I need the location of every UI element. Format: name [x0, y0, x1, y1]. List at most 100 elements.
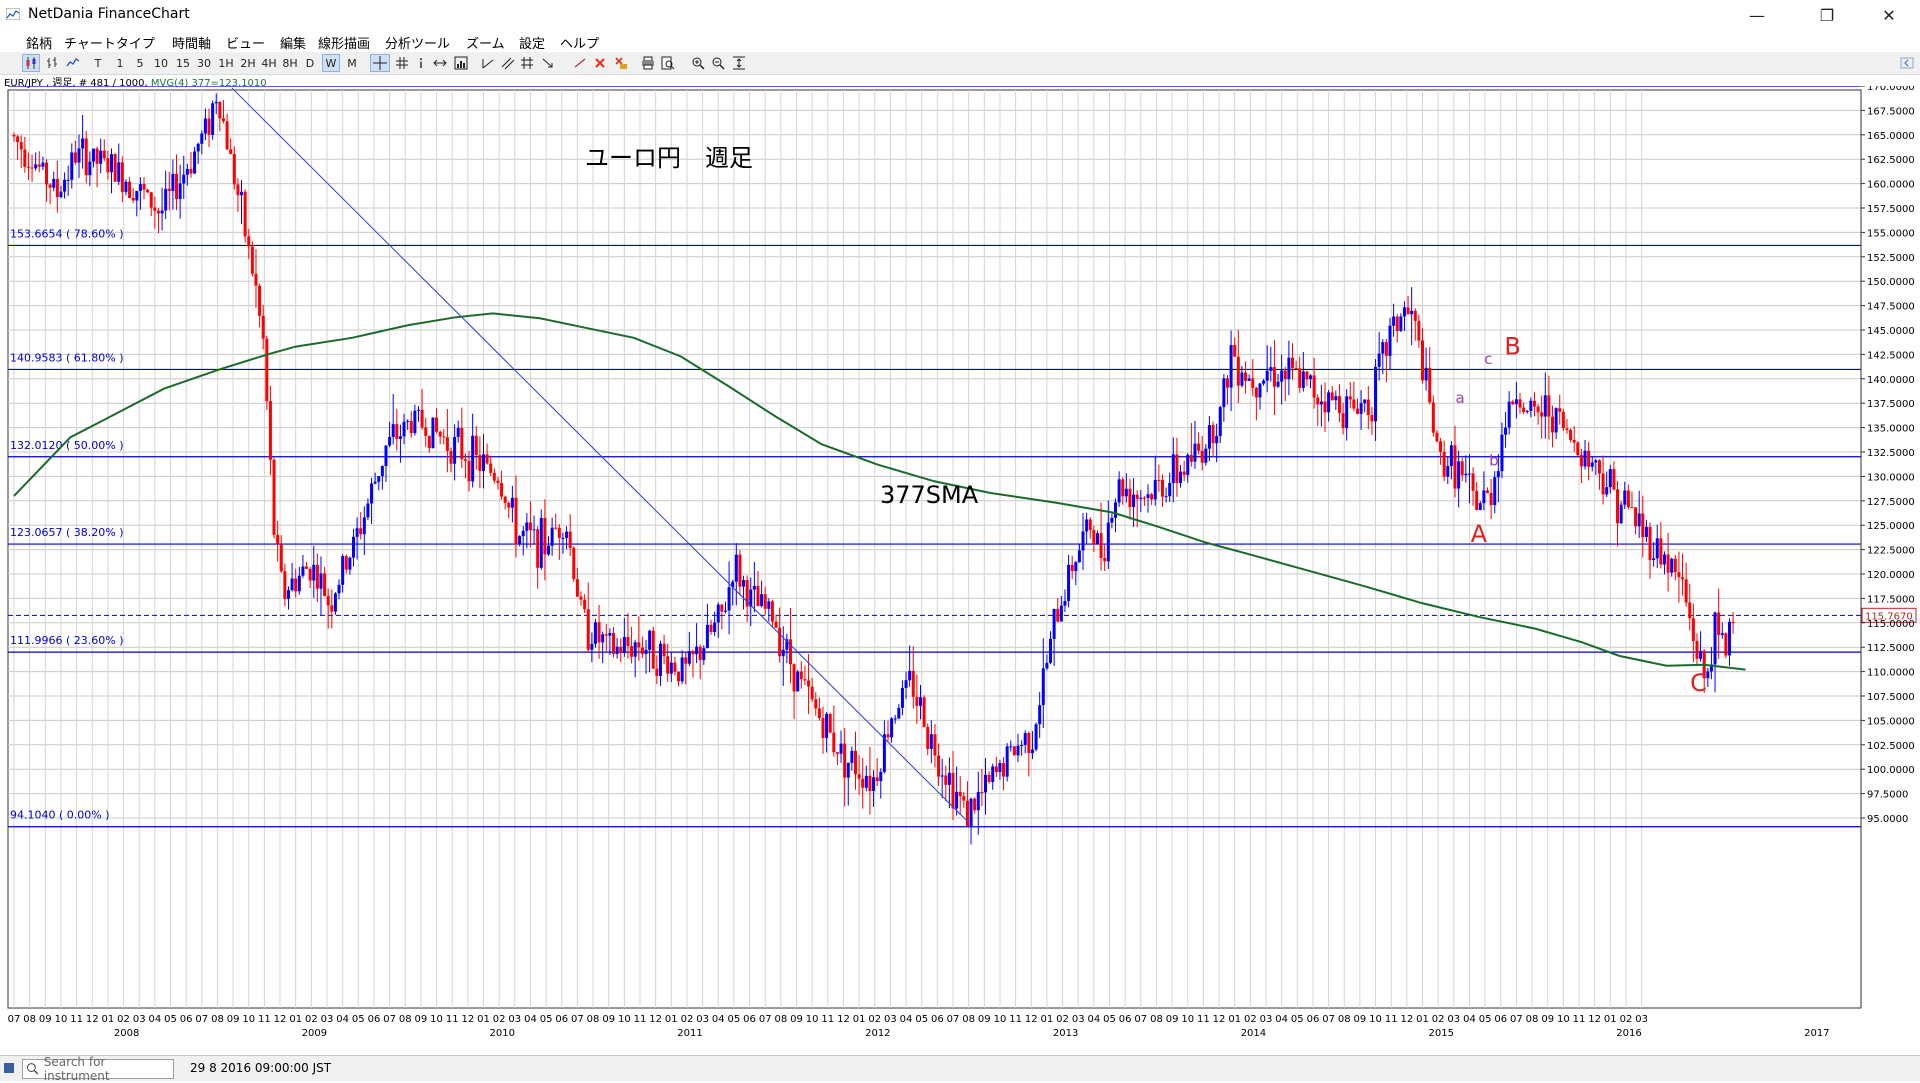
period-monthly[interactable]: M	[344, 54, 360, 72]
candle-body	[669, 662, 673, 674]
candle-body	[727, 587, 731, 611]
candle-body	[835, 752, 839, 754]
period-1min[interactable]: 1	[114, 54, 126, 72]
period-15min[interactable]: 15	[175, 54, 191, 72]
minimize-button[interactable]: —	[1734, 0, 1780, 30]
candle-body	[861, 778, 865, 788]
instrument-search-input[interactable]: Search for instrument	[22, 1055, 174, 1083]
candle-body	[1439, 441, 1443, 452]
candle-body	[1713, 612, 1717, 665]
info-icon[interactable]	[414, 54, 428, 72]
candle-body	[380, 466, 384, 477]
period-daily[interactable]: D	[303, 54, 317, 72]
volume-icon[interactable]	[452, 54, 470, 72]
candle-body	[1666, 554, 1670, 573]
candle-body	[485, 454, 489, 464]
menu-help[interactable]: ヘルプ	[560, 33, 599, 52]
y-tick-label: 130.0000	[1867, 472, 1915, 483]
menu-zoom[interactable]: ズーム	[466, 33, 505, 52]
arrow-tool-icon[interactable]	[540, 54, 556, 72]
candle-body	[929, 734, 933, 749]
candle-body	[146, 189, 150, 193]
y-tick-label: 115.0000	[1867, 619, 1915, 630]
y-tick-label: 150.0000	[1867, 277, 1915, 288]
candle-body	[1005, 746, 1009, 777]
candle-body	[211, 103, 215, 135]
menu-timeframe[interactable]: 時間軸	[172, 33, 211, 52]
candle-body	[1381, 342, 1385, 354]
panel-toggle-icon[interactable]	[1898, 54, 1916, 72]
candle-body	[528, 522, 532, 531]
price-chart[interactable]: 153.6654 ( 78.60% ) 140.9583 ( 61.80% ) 13…	[0, 82, 1920, 1050]
fibonacci-icon[interactable]	[520, 54, 536, 72]
x-tick-label: 07	[1322, 1014, 1335, 1025]
bar-chart-icon[interactable]	[44, 54, 60, 72]
menu-line-drawing[interactable]: 線形描画	[318, 33, 370, 52]
grid-icon[interactable]	[394, 54, 410, 72]
period-8h[interactable]: 8H	[281, 54, 299, 72]
menu-settings[interactable]: 設定	[519, 33, 545, 52]
pen-tool-icon[interactable]	[572, 54, 588, 72]
candle-body	[781, 649, 785, 657]
candle-body	[1128, 488, 1132, 508]
x-tick-label: 11	[1385, 1014, 1398, 1025]
candle-body	[1186, 454, 1190, 475]
candle-body	[1616, 489, 1620, 524]
candle-body	[391, 424, 395, 438]
candle-body	[1572, 440, 1576, 443]
candle-body	[409, 420, 413, 434]
zoom-in-icon[interactable]	[690, 54, 706, 72]
wave-label-A: A	[1471, 520, 1488, 548]
line-chart-icon[interactable]	[64, 54, 82, 72]
candle-body	[1316, 397, 1320, 405]
candle-body	[687, 651, 691, 664]
maximize-button[interactable]: ❐	[1804, 0, 1850, 30]
chart-area[interactable]: 153.6654 ( 78.60% ) 140.9583 ( 61.80% ) 13…	[0, 82, 1920, 1050]
period-4h[interactable]: 4H	[260, 54, 278, 72]
channel-icon[interactable]	[500, 54, 516, 72]
crosshair-icon[interactable]	[370, 54, 390, 72]
candle-body	[622, 637, 626, 654]
period-weekly[interactable]: W	[322, 54, 340, 72]
print-icon[interactable]	[640, 54, 656, 72]
candle-body	[1644, 526, 1648, 538]
delete-all-icon[interactable]	[612, 54, 630, 72]
period-2h[interactable]: 2H	[239, 54, 257, 72]
candle-body	[330, 605, 334, 612]
x-tick-label: 08	[774, 1014, 787, 1025]
candle-body	[640, 647, 644, 654]
period-30min[interactable]: 30	[196, 54, 212, 72]
x-tick-label: 02	[1432, 1014, 1445, 1025]
candle-body	[933, 734, 937, 756]
menu-chart-type[interactable]: チャートタイプ	[64, 33, 155, 52]
period-tick[interactable]: T	[92, 54, 104, 72]
y-tick-label: 105.0000	[1867, 716, 1915, 727]
menu-view[interactable]: ビュー	[226, 33, 265, 52]
period-5min[interactable]: 5	[134, 54, 146, 72]
close-button[interactable]: ✕	[1866, 0, 1912, 30]
period-1h[interactable]: 1H	[217, 54, 235, 72]
arrows-horizontal-icon[interactable]	[432, 54, 448, 72]
trendline-icon[interactable]	[480, 54, 496, 72]
candle-body	[182, 174, 186, 184]
candle-body	[601, 634, 605, 643]
candlestick-chart-icon[interactable]	[22, 54, 40, 72]
menu-analysis-tools[interactable]: 分析ツール	[385, 33, 450, 52]
candle-body	[1460, 461, 1464, 476]
zoom-out-icon[interactable]	[710, 54, 726, 72]
period-10min[interactable]: 10	[153, 54, 169, 72]
candle-body	[817, 708, 821, 719]
candle-body	[1540, 412, 1544, 417]
candle-body	[1482, 490, 1486, 504]
candle-body	[1424, 367, 1428, 381]
menu-symbol[interactable]: 銘柄	[26, 33, 52, 52]
print-preview-icon[interactable]	[660, 54, 676, 72]
candle-body	[1197, 443, 1201, 451]
menu-edit[interactable]: 編集	[280, 33, 306, 52]
fit-vertical-icon[interactable]	[730, 54, 748, 72]
fib-level-label: 111.9966 ( 23.60% )	[10, 634, 124, 647]
candle-body	[1471, 473, 1475, 491]
candle-body	[1287, 357, 1291, 380]
candle-body	[1514, 399, 1518, 405]
delete-icon[interactable]	[592, 54, 608, 72]
